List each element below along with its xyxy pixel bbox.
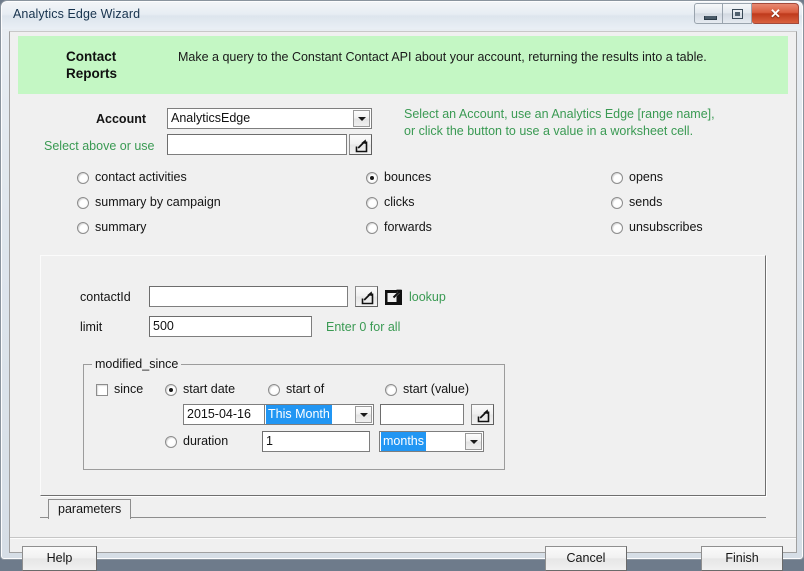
account-hint-line1: Select an Account, use an Analytics Edge… — [404, 107, 715, 121]
window-controls: ✕ — [694, 3, 799, 24]
minimize-icon — [704, 16, 717, 20]
duration-unit-value: months — [381, 432, 426, 451]
footer-divider — [10, 537, 796, 539]
account-combo[interactable]: AnalyticsEdge — [167, 108, 372, 129]
external-link-icon[interactable] — [384, 287, 404, 307]
contactid-label: contactId — [80, 290, 131, 304]
close-icon: ✕ — [770, 6, 781, 21]
radio-label-summary-by-campaign[interactable]: summary by campaign — [95, 195, 221, 209]
duration-amount-input[interactable]: 1 — [262, 431, 370, 452]
start-date-value: 2015-04-16 — [187, 407, 251, 421]
cancel-button[interactable]: Cancel — [545, 546, 627, 571]
radio-label-duration[interactable]: duration — [183, 434, 228, 448]
tab-parameters[interactable]: parameters — [48, 499, 132, 519]
chevron-down-icon[interactable] — [355, 406, 372, 423]
page-title-line2: Reports — [66, 66, 118, 81]
account-hint: Select an Account, use an Analytics Edge… — [404, 106, 715, 140]
radio-label-start-value[interactable]: start (value) — [403, 382, 469, 396]
radio-contact-activities[interactable] — [77, 172, 89, 184]
account-range-picker-button[interactable] — [349, 134, 372, 155]
limit-label: limit — [80, 320, 103, 334]
tab-strip-divider — [40, 517, 766, 518]
radio-label-summary[interactable]: summary — [95, 220, 146, 234]
radio-unsubscribes[interactable] — [611, 222, 623, 234]
radio-label-clicks[interactable]: clicks — [384, 195, 415, 209]
since-label[interactable]: since — [114, 382, 143, 396]
limit-hint: Enter 0 for all — [326, 320, 401, 334]
radio-clicks[interactable] — [366, 197, 378, 209]
window-title: Analytics Edge Wizard — [13, 7, 141, 21]
minimize-button[interactable] — [694, 3, 723, 24]
account-combo-value: AnalyticsEdge — [171, 111, 251, 125]
wizard-window: Analytics Edge Wizard ✕ Contact Reports … — [0, 0, 804, 571]
finish-button[interactable]: Finish — [701, 546, 783, 571]
radio-opens[interactable] — [611, 172, 623, 184]
radio-label-forwards[interactable]: forwards — [384, 220, 432, 234]
description-banner: Contact Reports Make a query to the Cons… — [18, 36, 788, 94]
radio-start-date[interactable] — [165, 384, 177, 396]
account-label: Account — [96, 112, 146, 126]
select-range-icon — [361, 291, 374, 305]
radio-label-contact-activities[interactable]: contact activities — [95, 170, 187, 184]
start-of-value: This Month — [266, 405, 332, 424]
radio-sends[interactable] — [611, 197, 623, 209]
lookup-link[interactable]: lookup — [409, 290, 446, 304]
select-range-icon — [355, 139, 368, 153]
account-hint-line2: or click the button to use a value in a … — [404, 124, 694, 138]
account-range-input[interactable] — [167, 134, 347, 155]
page-description: Make a query to the Constant Contact API… — [178, 50, 707, 64]
chevron-down-icon[interactable] — [353, 110, 370, 127]
modified-since-group: modified_since since start date 2015-04-… — [83, 357, 505, 470]
page-title-line1: Contact — [66, 49, 117, 64]
start-value-input[interactable] — [380, 404, 464, 425]
start-value-range-picker-button[interactable] — [471, 404, 494, 425]
close-button[interactable]: ✕ — [752, 3, 799, 24]
radio-summary-by-campaign[interactable] — [77, 197, 89, 209]
radio-label-bounces[interactable]: bounces — [384, 170, 431, 184]
modified-since-group-title: modified_since — [92, 357, 182, 371]
radio-label-start-date[interactable]: start date — [183, 382, 235, 396]
radio-label-opens[interactable]: opens — [629, 170, 663, 184]
contactid-input[interactable] — [149, 286, 348, 307]
duration-unit-combo[interactable]: months — [379, 431, 484, 452]
help-button[interactable]: Help — [22, 546, 97, 571]
limit-input[interactable]: 500 — [149, 316, 312, 337]
account-range-label: Select above or use — [44, 139, 155, 153]
chevron-down-icon[interactable] — [465, 433, 482, 450]
parameters-panel: contactId lookup limit 500 Enter 0 for a… — [40, 255, 766, 496]
radio-start-value[interactable] — [385, 384, 397, 396]
radio-duration[interactable] — [165, 436, 177, 448]
radio-summary[interactable] — [77, 222, 89, 234]
page-title: Contact Reports — [66, 48, 186, 82]
maximize-icon — [732, 9, 743, 19]
since-checkbox[interactable] — [96, 384, 108, 396]
radio-forwards[interactable] — [366, 222, 378, 234]
radio-label-unsubscribes[interactable]: unsubscribes — [629, 220, 703, 234]
radio-label-start-of[interactable]: start of — [286, 382, 324, 396]
maximize-button[interactable] — [723, 3, 752, 24]
start-of-combo[interactable]: This Month — [264, 404, 374, 425]
dialog-content: Contact Reports Make a query to the Cons… — [9, 31, 797, 571]
radio-bounces[interactable] — [366, 172, 378, 184]
select-range-icon — [477, 409, 490, 423]
contactid-range-picker-button[interactable] — [355, 286, 378, 307]
radio-start-of[interactable] — [268, 384, 280, 396]
tab-strip: parameters — [40, 496, 766, 520]
radio-label-sends[interactable]: sends — [629, 195, 662, 209]
title-bar[interactable]: Analytics Edge Wizard ✕ — [2, 2, 802, 29]
